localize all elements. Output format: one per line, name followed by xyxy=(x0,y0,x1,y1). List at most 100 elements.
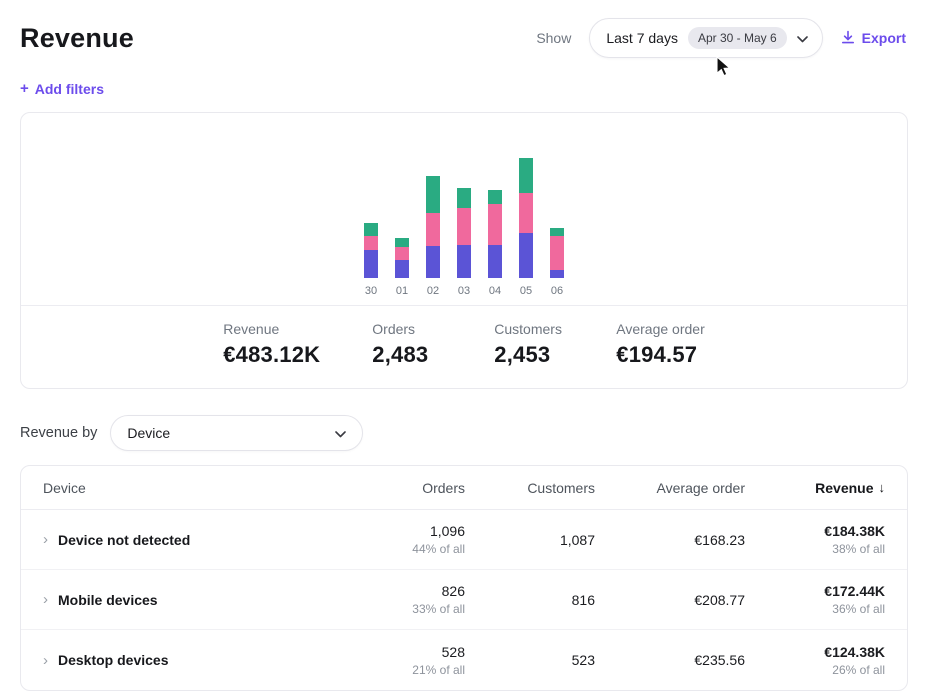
stat-customers: Customers 2,453 xyxy=(494,321,564,368)
export-label: Export xyxy=(862,30,906,46)
bar-x-label: 05 xyxy=(520,285,532,297)
page-header: Revenue Show Last 7 days Apr 30 - May 6 … xyxy=(0,0,928,58)
stat-average-order: Average order €194.57 xyxy=(616,321,704,368)
average-order-cell-value: €208.77 xyxy=(595,592,745,608)
average-order-cell-value: €168.23 xyxy=(595,532,745,548)
revenue-cell-percent: 26% of all xyxy=(745,663,885,677)
device-cell: › Desktop devices xyxy=(43,652,325,668)
revenue-cell-value: €184.38K xyxy=(745,523,885,539)
bar-segment-pink-middle xyxy=(519,193,533,233)
revenue-cell-percent: 38% of all xyxy=(745,542,885,556)
bar-stack xyxy=(550,228,564,278)
date-range-dropdown[interactable]: Last 7 days Apr 30 - May 6 xyxy=(589,18,822,58)
average-order-cell-value: €235.56 xyxy=(595,652,745,668)
add-filters-button[interactable]: + Add filters xyxy=(20,80,104,97)
bar-x-label: 03 xyxy=(458,285,470,297)
table-body: › Device not detected 1,09644% of all1,087… xyxy=(21,510,907,690)
bar-segment-pink-middle xyxy=(488,204,502,245)
bar-stack xyxy=(519,158,533,278)
bar-x-label: 06 xyxy=(551,285,563,297)
stat-label: Customers xyxy=(494,321,564,337)
device-name: Desktop devices xyxy=(58,652,169,668)
bar-segment-purple-bottom xyxy=(426,246,440,278)
table-row[interactable]: ›Mobile devices82633% of all816€208.77€1… xyxy=(21,570,907,630)
sort-desc-icon: ↓ xyxy=(879,480,886,495)
bar-segment-green-top xyxy=(488,190,502,204)
device-name: Mobile devices xyxy=(58,592,158,608)
bar-column-01[interactable]: 01 xyxy=(395,238,409,297)
mouse-cursor xyxy=(716,56,734,83)
bar-x-label: 02 xyxy=(427,285,439,297)
bar-segment-green-top xyxy=(550,228,564,236)
revenue-cell-value: €124.38K xyxy=(745,644,885,660)
table-header-row: Device Orders Customers Average order Re… xyxy=(21,466,907,510)
dimension-dropdown[interactable]: Device xyxy=(110,415,363,451)
chevron-down-icon xyxy=(797,30,808,46)
bar-segment-purple-bottom xyxy=(550,270,564,278)
customers-cell: 816 xyxy=(465,592,595,608)
revenue-cell: €172.44K 36% of all xyxy=(745,583,885,616)
average-order-cell: €168.23 xyxy=(595,532,745,548)
bar-segment-pink-middle xyxy=(395,247,409,260)
bar-column-03[interactable]: 03 xyxy=(457,188,471,297)
orders-cell: 1,09644% of all xyxy=(325,523,465,556)
export-button[interactable]: Export xyxy=(841,30,906,47)
table-row[interactable]: › Device not detected 1,09644% of all1,087… xyxy=(21,510,907,570)
bar-stack xyxy=(426,176,440,278)
customers-cell: 523 xyxy=(465,652,595,668)
bar-segment-green-top xyxy=(364,223,378,236)
bar-segment-purple-bottom xyxy=(395,260,409,278)
revenue-cell-value: €172.44K xyxy=(745,583,885,599)
column-header-orders[interactable]: Orders xyxy=(325,480,465,496)
table-row[interactable]: ›Desktop devices52821% of all523€235.56€… xyxy=(21,630,907,690)
date-range-badge: Apr 30 - May 6 xyxy=(688,27,787,49)
chevron-down-icon xyxy=(335,425,346,441)
revenue-cell-percent: 36% of all xyxy=(745,602,885,616)
column-header-average-order[interactable]: Average order xyxy=(595,480,745,496)
bar-x-label: 01 xyxy=(396,285,408,297)
stat-value: 2,453 xyxy=(494,342,564,368)
device-cell: › Device not detected xyxy=(43,532,325,548)
chevron-right-icon[interactable]: › xyxy=(43,592,48,607)
bar-segment-pink-middle xyxy=(426,213,440,246)
orders-cell-value: 1,096 xyxy=(325,523,465,539)
bar-segment-green-top xyxy=(426,176,440,213)
customers-cell: 1,087 xyxy=(465,532,595,548)
revenue-chart-card: 30 01 02 03 04 05 06 Revenue €483.12K Orders 2… xyxy=(20,112,908,389)
customers-cell-value: 1,087 xyxy=(465,532,595,548)
bar-column-02[interactable]: 02 xyxy=(426,176,440,297)
bar-stack xyxy=(364,223,378,278)
orders-cell-percent: 33% of all xyxy=(325,602,465,616)
bar-column-05[interactable]: 05 xyxy=(519,158,533,297)
header-controls: Show Last 7 days Apr 30 - May 6 Export xyxy=(536,18,906,58)
bar-segment-pink-middle xyxy=(457,208,471,245)
chevron-right-icon[interactable]: › xyxy=(43,532,48,547)
stat-value: €483.12K xyxy=(223,342,320,368)
stat-orders: Orders 2,483 xyxy=(372,321,442,368)
chevron-right-icon[interactable]: › xyxy=(43,653,48,668)
stacked-bar-chart: 30 01 02 03 04 05 06 xyxy=(21,113,907,305)
bar-segment-green-top xyxy=(519,158,533,193)
bar-column-06[interactable]: 06 xyxy=(550,228,564,297)
stat-label: Orders xyxy=(372,321,442,337)
date-range-label: Last 7 days xyxy=(606,30,678,46)
bar-segment-purple-bottom xyxy=(519,233,533,278)
device-name: Device not detected xyxy=(58,532,190,548)
revenue-by-section: Revenue by Device xyxy=(20,415,908,451)
bar-column-04[interactable]: 04 xyxy=(488,190,502,297)
bar-column-30[interactable]: 30 xyxy=(364,223,378,297)
bar-segment-pink-middle xyxy=(550,236,564,270)
customers-cell-value: 816 xyxy=(465,592,595,608)
orders-cell-value: 528 xyxy=(325,644,465,660)
bar-stack xyxy=(395,238,409,278)
download-icon xyxy=(841,30,855,47)
stat-label: Revenue xyxy=(223,321,320,337)
column-header-device[interactable]: Device xyxy=(43,480,325,496)
stat-revenue: Revenue €483.12K xyxy=(223,321,320,368)
column-header-revenue[interactable]: Revenue ↓ xyxy=(745,480,885,496)
column-header-customers[interactable]: Customers xyxy=(465,480,595,496)
column-header-revenue-label: Revenue xyxy=(815,480,873,496)
bar-segment-purple-bottom xyxy=(364,250,378,278)
show-label: Show xyxy=(536,30,571,46)
bar-segment-purple-bottom xyxy=(457,245,471,278)
